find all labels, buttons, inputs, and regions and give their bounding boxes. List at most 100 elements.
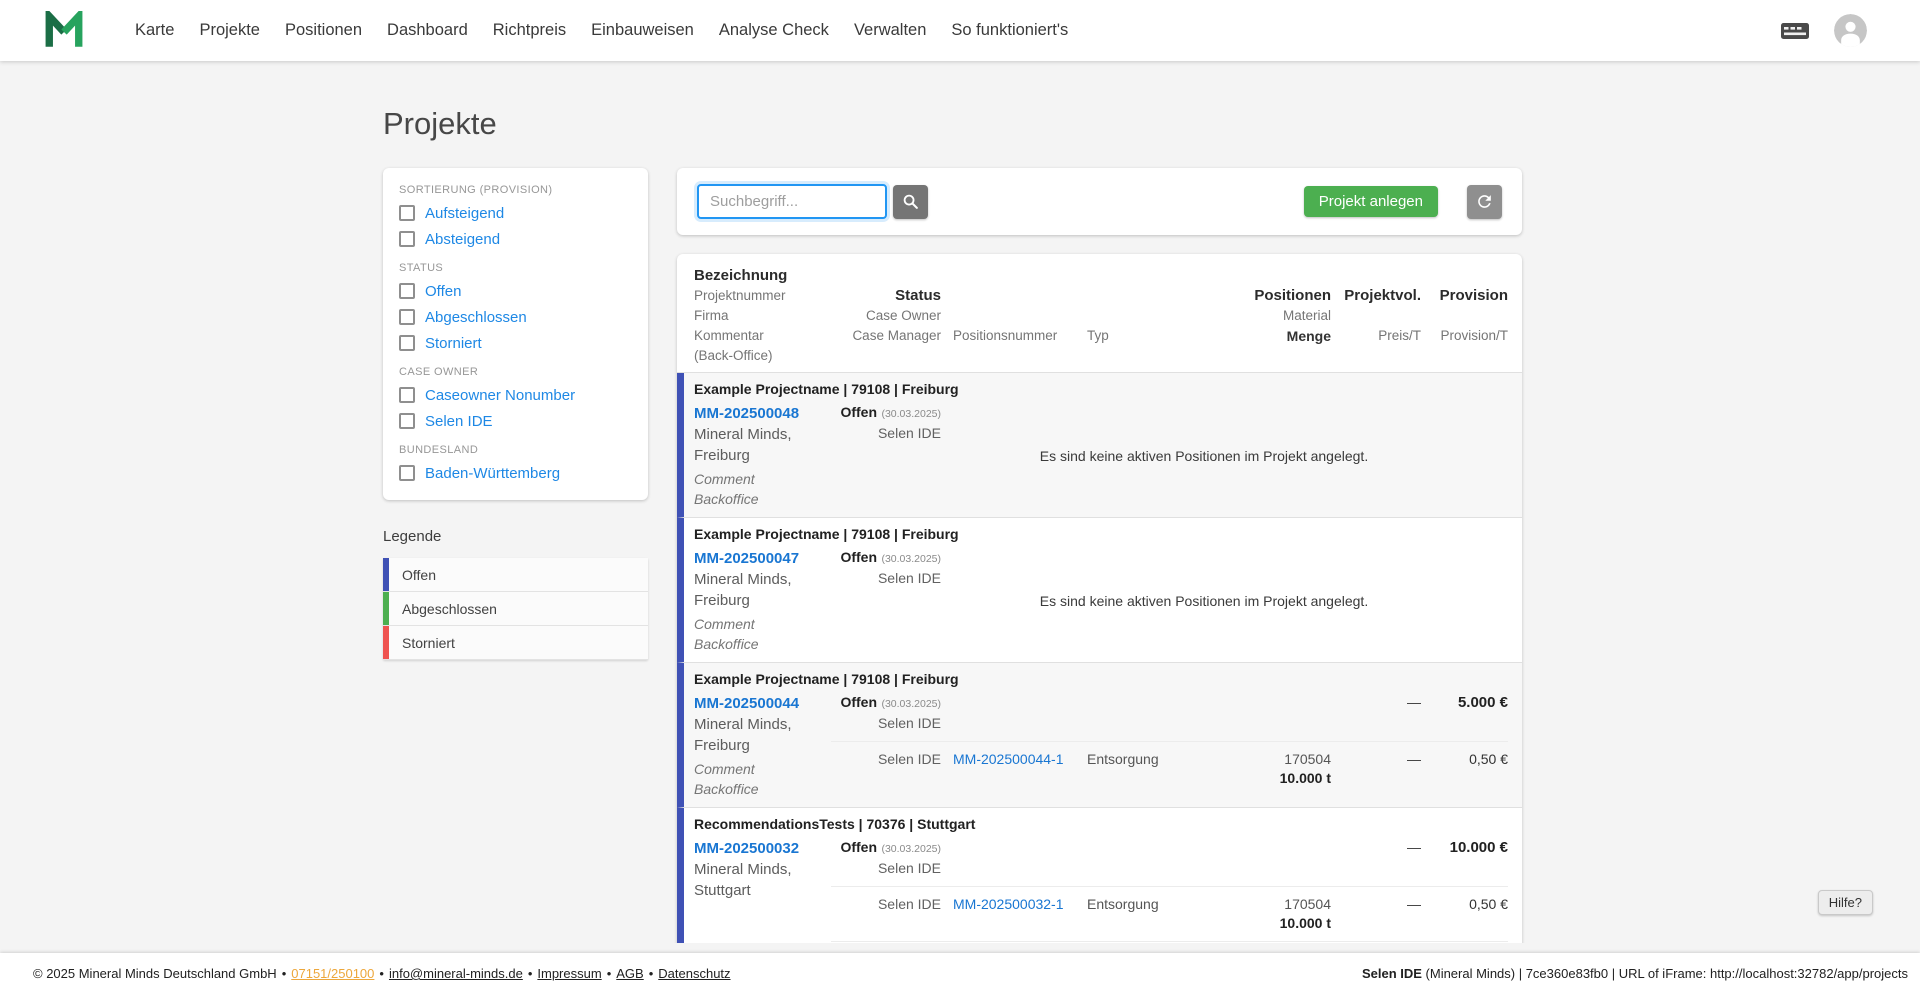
project-row: Example Projectname | 79108 | Freiburg M… bbox=[677, 663, 1522, 808]
nav-item-einbauweisen[interactable]: Einbauweisen bbox=[591, 21, 694, 40]
position-preis: — bbox=[1407, 751, 1421, 767]
position-material: 170504 bbox=[1284, 896, 1331, 912]
project-comment: Comment bbox=[694, 761, 755, 777]
nav-item-karte[interactable]: Karte bbox=[135, 21, 174, 40]
nav-item-richtpreis[interactable]: Richtpreis bbox=[493, 21, 566, 40]
card-reader-icon[interactable] bbox=[1780, 20, 1810, 42]
no-positions-message: Es sind keine aktiven Positionen im Proj… bbox=[1039, 448, 1369, 464]
separator-dot: • bbox=[527, 966, 533, 981]
nav-item-so-funktionierts[interactable]: So funktioniert's bbox=[951, 21, 1068, 40]
search-toolbar: Projekt anlegen bbox=[677, 168, 1522, 235]
phone-link[interactable]: 07151/250100 bbox=[291, 966, 374, 981]
nav-item-dashboard[interactable]: Dashboard bbox=[387, 21, 468, 40]
projektvol-value: — bbox=[1407, 839, 1421, 855]
refresh-icon bbox=[1478, 195, 1491, 208]
col-header-label: Positionen bbox=[1254, 287, 1331, 304]
checkbox-icon[interactable] bbox=[399, 309, 415, 325]
page-title: Projekte bbox=[383, 106, 497, 141]
separator-dot: • bbox=[281, 966, 287, 981]
position-case-manager: Selen IDE bbox=[877, 896, 941, 912]
status-label: Offen bbox=[840, 839, 877, 855]
project-company: Mineral Minds, bbox=[694, 571, 792, 588]
project-status: Offen (30.03.2025) Selen IDE bbox=[831, 548, 941, 588]
checkbox-icon[interactable] bbox=[399, 413, 415, 429]
filter-option-storniert[interactable]: Storniert bbox=[399, 330, 632, 356]
user-avatar[interactable] bbox=[1834, 14, 1867, 47]
case-owner-label: Selen IDE bbox=[877, 570, 941, 586]
search-button[interactable] bbox=[893, 184, 928, 219]
filter-option-caseowner-nonumber[interactable]: Caseowner Nonumber bbox=[399, 382, 632, 408]
table-header: Bezeichnung Projektnummer Firma Kommenta… bbox=[677, 254, 1522, 373]
nav-item-analyse-check[interactable]: Analyse Check bbox=[719, 21, 829, 40]
project-number-link[interactable]: MM-202500048 bbox=[694, 403, 819, 424]
project-title: Example Projectname | 79108 | Freiburg bbox=[694, 671, 959, 687]
impressum-link[interactable]: Impressum bbox=[537, 966, 601, 981]
filter-option-absteigend[interactable]: Absteigend bbox=[399, 226, 632, 252]
email-link[interactable]: info@mineral-minds.de bbox=[389, 966, 523, 981]
project-city: Freiburg bbox=[694, 447, 750, 464]
project-status: Offen (30.03.2025) Selen IDE bbox=[831, 838, 941, 878]
checkbox-icon[interactable] bbox=[399, 387, 415, 403]
session-user: Selen IDE bbox=[1361, 966, 1422, 981]
project-status: Offen (30.03.2025) Selen IDE bbox=[831, 403, 941, 443]
header-col-positionsnummer: Positionsnummer bbox=[953, 266, 1075, 366]
filter-panel: SORTIERUNG (PROVISION) Aufsteigend Abste… bbox=[383, 168, 648, 500]
checkbox-icon[interactable] bbox=[399, 205, 415, 221]
project-info: MM-202500048 Mineral Minds, Freiburg Com… bbox=[694, 403, 819, 509]
agb-link[interactable]: AGB bbox=[616, 966, 643, 981]
search-icon bbox=[903, 194, 918, 209]
footer-links: © 2025 Mineral Minds Deutschland GmbH • … bbox=[33, 966, 1362, 981]
checkbox-icon[interactable] bbox=[399, 335, 415, 351]
position-number-link[interactable]: MM-202500032-1 bbox=[953, 895, 1075, 933]
project-number-link[interactable]: MM-202500047 bbox=[694, 548, 819, 569]
project-number-link[interactable]: MM-202500044 bbox=[694, 693, 819, 714]
position-menge: 10.000 t bbox=[1279, 915, 1331, 931]
legend-color-storniert bbox=[383, 626, 389, 659]
footer: © 2025 Mineral Minds Deutschland GmbH • … bbox=[0, 953, 1920, 994]
checkbox-icon[interactable] bbox=[399, 465, 415, 481]
header-col-typ: Typ bbox=[1087, 266, 1199, 366]
position-number-link[interactable]: MM-202500044-1 bbox=[953, 750, 1075, 788]
position-material-menge: 170504 10.000 t bbox=[1211, 750, 1331, 788]
col-header-label: Bezeichnung bbox=[694, 267, 788, 284]
datenschutz-link[interactable]: Datenschutz bbox=[658, 966, 730, 981]
col-header-label: Provision/T bbox=[1440, 328, 1508, 343]
nav-item-projekte[interactable]: Projekte bbox=[199, 21, 260, 40]
case-owner-label: Selen IDE bbox=[877, 860, 941, 876]
position-menge: 10.000 t bbox=[1279, 770, 1331, 786]
filter-section-status: STATUS bbox=[399, 262, 444, 274]
checkbox-icon[interactable] bbox=[399, 231, 415, 247]
filter-option-aufsteigend[interactable]: Aufsteigend bbox=[399, 200, 632, 226]
filter-option-offen[interactable]: Offen bbox=[399, 278, 632, 304]
help-button[interactable]: Hilfe? bbox=[1817, 890, 1873, 915]
filter-option-baden-wuerttemberg[interactable]: Baden-Württemberg bbox=[399, 460, 632, 486]
legend-item-storniert: Storniert bbox=[383, 626, 648, 660]
col-header-label: Firma bbox=[694, 308, 729, 323]
project-row: Example Projectname | 79108 | Freiburg M… bbox=[677, 518, 1522, 663]
mineral-minds-logo[interactable] bbox=[45, 6, 83, 51]
refresh-button[interactable] bbox=[1467, 184, 1502, 219]
nav-item-positionen[interactable]: Positionen bbox=[285, 21, 362, 40]
filter-option-abgeschlossen[interactable]: Abgeschlossen bbox=[399, 304, 632, 330]
filter-option-label: Aufsteigend bbox=[425, 204, 505, 222]
col-header-label: Material bbox=[1282, 308, 1331, 323]
checkbox-icon[interactable] bbox=[399, 283, 415, 299]
case-owner-label: Selen IDE bbox=[877, 715, 941, 731]
position-provision: 0,50 € bbox=[1469, 751, 1508, 767]
legend-item-abgeschlossen: Abgeschlossen bbox=[383, 592, 648, 626]
project-status: Offen (30.03.2025) Selen IDE bbox=[831, 693, 941, 733]
filter-option-selen-ide[interactable]: Selen IDE bbox=[399, 408, 632, 434]
position-type: Entsorgung bbox=[1087, 751, 1159, 767]
col-header-label: Case Manager bbox=[852, 328, 941, 343]
filter-option-label: Baden-Württemberg bbox=[425, 464, 561, 482]
filter-option-label: Storniert bbox=[425, 334, 482, 352]
position-provision: 0,50 € bbox=[1469, 896, 1508, 912]
create-project-button[interactable]: Projekt anlegen bbox=[1303, 186, 1438, 217]
nav-item-verwalten[interactable]: Verwalten bbox=[854, 21, 926, 40]
project-number-link[interactable]: MM-202500032 bbox=[694, 838, 819, 859]
search-input[interactable] bbox=[697, 184, 887, 219]
legend-title: Legende bbox=[383, 528, 442, 545]
legend-color-abgeschlossen bbox=[383, 592, 389, 625]
project-company: Mineral Minds, bbox=[694, 861, 792, 878]
project-info: MM-202500044 Mineral Minds, Freiburg Com… bbox=[694, 693, 819, 799]
